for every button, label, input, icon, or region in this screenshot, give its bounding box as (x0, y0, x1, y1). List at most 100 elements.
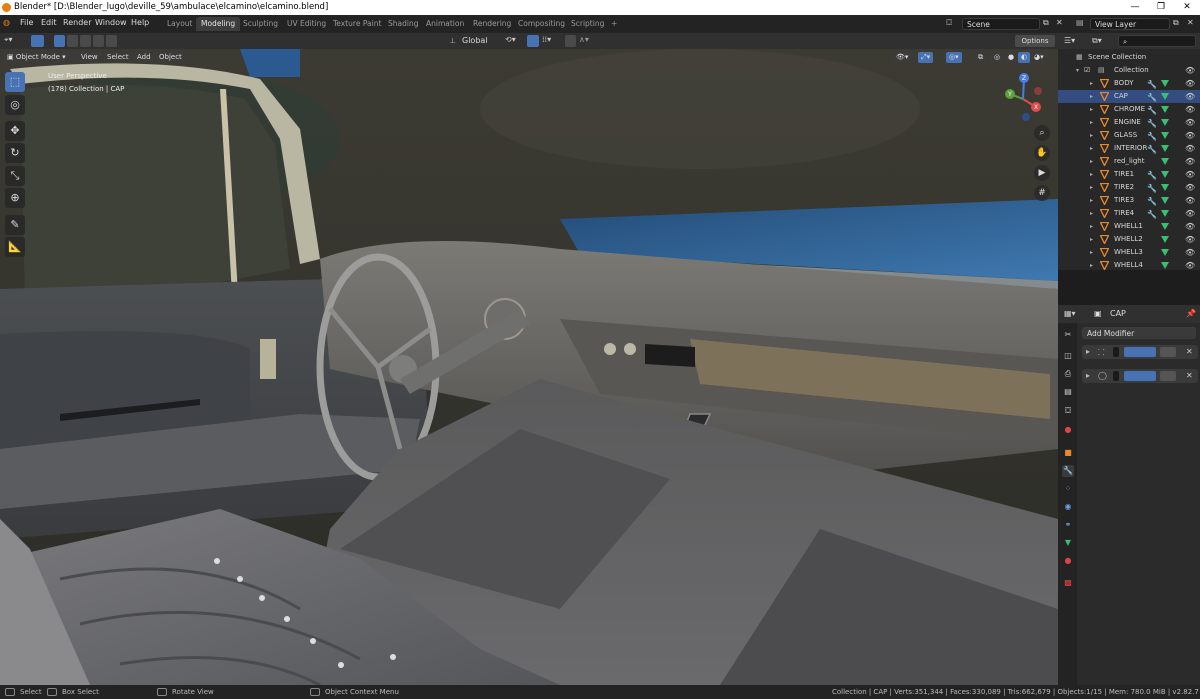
constraints-tab-icon[interactable]: ⚭ (1062, 519, 1074, 531)
gizmo-toggle-icon[interactable]: ⤢▾ (918, 52, 934, 63)
outliner-item-chrome[interactable]: ▸ CHROME 🔧 👁 (1058, 103, 1200, 116)
camera-icon[interactable]: ▶ (1034, 165, 1050, 181)
annotate-icon[interactable]: ✎ (5, 215, 25, 235)
cursor-icon[interactable]: ◎ (5, 95, 25, 115)
outliner-item-cap[interactable]: ▸ CAP 🔧 👁 (1058, 90, 1200, 103)
xray-toggle-icon[interactable]: ⧉ (975, 52, 986, 63)
eye-icon[interactable]: 👁 (1185, 233, 1195, 246)
delete-view-layer-icon[interactable]: ✕ (1187, 18, 1194, 27)
transform-icon[interactable]: ⊕ (5, 188, 25, 208)
visibility-icon[interactable]: 👁▾ (893, 52, 912, 63)
eye-icon[interactable]: 👁 (1185, 168, 1195, 181)
mesh-data-icon[interactable] (1161, 223, 1169, 230)
eye-icon[interactable]: 👁 (1185, 129, 1195, 142)
expand-icon[interactable]: ▸ (1090, 103, 1093, 116)
expand-icon[interactable]: ▸ (1090, 181, 1093, 194)
mesh-data-icon[interactable] (1161, 145, 1169, 152)
outliner-item-whell3[interactable]: ▸ WHELL3 👁 (1058, 246, 1200, 259)
scene-field[interactable]: Scene (962, 18, 1040, 30)
select-mode-extend-icon[interactable] (67, 35, 78, 47)
outliner-item-whell4[interactable]: ▸ WHELL4 👁 (1058, 259, 1200, 272)
pan-hand-icon[interactable]: ✋ (1034, 145, 1050, 161)
expand-icon[interactable]: ▸ (1090, 77, 1093, 90)
tab-layout[interactable]: Layout (162, 17, 198, 31)
measure-icon[interactable]: 📐 (5, 237, 25, 257)
move-updown-icon[interactable] (1160, 371, 1176, 381)
outliner-item-whell2[interactable]: ▸ WHELL2 👁 (1058, 233, 1200, 246)
tab-compositing[interactable]: Compositing (513, 17, 570, 31)
blender-menu-icon[interactable]: ◍ (3, 18, 10, 27)
select-mode-subtract-icon[interactable] (80, 35, 91, 47)
outliner-item-tire2[interactable]: ▸ TIRE2 🔧 👁 (1058, 181, 1200, 194)
mesh-data-icon[interactable] (1161, 184, 1169, 191)
select-mode-new-icon[interactable] (54, 35, 65, 47)
tab-shading[interactable]: Shading (383, 17, 423, 31)
mesh-data-icon[interactable] (1161, 80, 1169, 87)
eye-icon[interactable]: 👁 (1185, 103, 1195, 116)
mesh-data-icon[interactable] (1161, 93, 1169, 100)
eye-icon[interactable]: 👁 (1185, 142, 1195, 155)
mesh-data-icon[interactable] (1161, 262, 1169, 269)
eye-icon[interactable]: 👁 (1185, 220, 1195, 233)
material-tab-icon[interactable]: ● (1062, 555, 1074, 567)
zoom-icon[interactable]: ⌕ (1034, 125, 1050, 141)
expand-icon[interactable]: ▾ (1076, 64, 1079, 77)
display-mode-icon[interactable]: ⧉▾ (1092, 36, 1102, 46)
outliner-item-red-light[interactable]: ▸ red_light 👁 (1058, 155, 1200, 168)
outliner-item-interior[interactable]: ▸ INTERIOR 🔧 👁 (1058, 142, 1200, 155)
eye-icon[interactable]: 👁 (1185, 77, 1195, 90)
delete-scene-icon[interactable]: ✕ (1056, 18, 1063, 27)
transform-orientation-dropdown[interactable]: Global (462, 36, 488, 45)
expand-icon[interactable]: ▸ (1090, 155, 1093, 168)
material-preview-icon[interactable]: ◐ (1018, 52, 1031, 63)
menu-file[interactable]: File (20, 18, 33, 27)
menu-window[interactable]: Window (95, 18, 127, 27)
navigation-gizmo[interactable]: X Y Z (1000, 69, 1054, 121)
object-tab-icon[interactable]: ■ (1062, 447, 1074, 459)
remove-modifier-icon[interactable]: ✕ (1186, 347, 1193, 356)
tab-texture-paint[interactable]: Texture Paint (328, 17, 386, 31)
rotate-icon[interactable]: ↻ (5, 143, 25, 163)
outliner-item-tire4[interactable]: ▸ TIRE4 🔧 👁 (1058, 207, 1200, 220)
modifier-panel-1[interactable]: ▸ ⸬ ✕ (1082, 345, 1198, 359)
close-button[interactable]: ✕ (1174, 1, 1200, 14)
mesh-data-icon[interactable] (1161, 197, 1169, 204)
expand-icon[interactable]: ▸ (1090, 246, 1093, 259)
modifier-panel-2[interactable]: ▸ ◯ ✕ (1082, 369, 1198, 383)
expand-icon[interactable]: ▸ (1090, 233, 1093, 246)
expand-icon[interactable]: ▸ (1090, 129, 1093, 142)
maximize-button[interactable]: ❐ (1148, 1, 1174, 14)
overlay-toggle-icon[interactable]: ◎▾ (946, 52, 962, 63)
add-workspace-button[interactable]: + (606, 17, 622, 31)
select-mode-intersect-icon[interactable] (106, 35, 117, 47)
modifier-name-field[interactable] (1112, 346, 1120, 358)
outliner-editor-icon[interactable]: ☰▾ (1064, 36, 1075, 45)
remove-modifier-icon[interactable]: ✕ (1186, 371, 1193, 380)
snap-target-icon[interactable]: ⁞⁞▾ (542, 35, 551, 44)
scene-tab-icon[interactable]: ⛋ (1062, 405, 1074, 417)
expand-icon[interactable]: ▸ (1086, 371, 1090, 380)
mesh-data-icon[interactable] (1161, 132, 1169, 139)
new-view-layer-icon[interactable]: ⧉ (1173, 18, 1179, 28)
data-tab-icon[interactable]: ▼ (1062, 537, 1074, 549)
outliner-item-glass[interactable]: ▸ GLASS 🔧 👁 (1058, 129, 1200, 142)
eye-icon[interactable]: 👁 (1185, 207, 1195, 220)
add-modifier-dropdown[interactable]: Add Modifier (1082, 327, 1196, 339)
expand-icon[interactable]: ▸ (1090, 220, 1093, 233)
minimize-button[interactable]: — (1122, 1, 1148, 14)
falloff-icon[interactable]: ∧▾ (579, 35, 589, 44)
particles-tab-icon[interactable]: ⁘ (1062, 483, 1074, 495)
wireframe-shading-icon[interactable]: ◎ (991, 52, 1004, 63)
rendered-shading-icon[interactable]: ◕▾ (1031, 52, 1047, 63)
expand-icon[interactable]: ▸ (1086, 347, 1090, 356)
menu-select[interactable]: Select (104, 52, 132, 63)
menu-edit[interactable]: Edit (41, 18, 57, 27)
modifier-visibility-icons[interactable] (1124, 347, 1156, 357)
eye-icon[interactable]: 👁 (1185, 90, 1195, 103)
snap-toggle-icon[interactable] (527, 35, 539, 47)
tool-tab-icon[interactable]: ✂ (1062, 329, 1074, 341)
menu-view[interactable]: View (78, 52, 101, 63)
mesh-data-icon[interactable] (1161, 171, 1169, 178)
outliner-item-tire3[interactable]: ▸ TIRE3 🔧 👁 (1058, 194, 1200, 207)
menu-object[interactable]: Object (156, 52, 185, 63)
